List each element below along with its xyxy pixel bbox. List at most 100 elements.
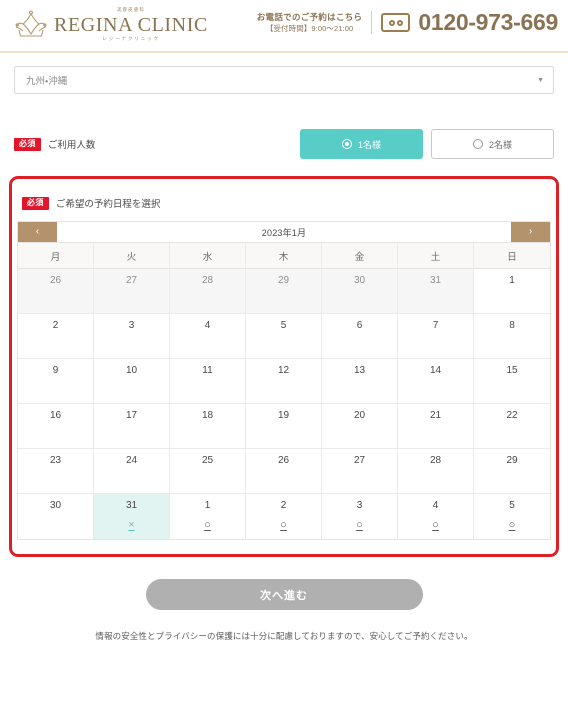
calendar-day-number: 4 <box>204 320 211 331</box>
people-option-1[interactable]: 1名様 <box>300 129 423 159</box>
calendar-day-cell: 28 <box>398 449 474 494</box>
telephone-block: お電話でのご予約はこちら 【受付時間】9:00〜21:00 0120-973-6… <box>256 9 559 36</box>
calendar-day-cell[interactable]: 4 ○ <box>398 494 474 539</box>
calendar-day-number: 10 <box>125 365 138 376</box>
calendar-day-cell[interactable]: 5 ○ <box>474 494 550 539</box>
submit-wrap: 次へ進む <box>0 579 568 610</box>
calendar-day-number: 19 <box>277 410 290 421</box>
calendar-day-number: 8 <box>509 320 515 331</box>
calendar-day-cell: 1 <box>474 269 550 314</box>
radio-selected-icon <box>341 139 352 149</box>
calendar-day-cell: 15 <box>474 359 550 404</box>
calendar-day-number: 12 <box>277 365 290 376</box>
calendar-day-cell: 23 <box>18 449 94 494</box>
chevron-down-icon: ▼ <box>537 76 544 84</box>
calendar-day-number: 28 <box>429 455 442 466</box>
privacy-note: 情報の安全性とプライバシーの保護には十分に配慮しておりますので、安心してご予約く… <box>95 631 473 641</box>
calendar-day-cell: 7 <box>398 314 474 359</box>
calendar-grid: 26 27 28 29 30 31 1 2 3 4 5 6 7 8 9 10 11 12 13 14 15 16 17 18 1… <box>18 269 550 539</box>
people-option-1-label: 1名様 <box>357 139 381 150</box>
prev-month-button[interactable]: ‹ <box>18 222 57 242</box>
calendar-day-cell: 4 <box>170 314 246 359</box>
calendar-day-number: 29 <box>277 275 290 286</box>
calendar-day-cell: 21 <box>398 404 474 449</box>
calendar-day-number: 4 <box>432 500 439 511</box>
telephone-hours: 【受付時間】9:00〜21:00 <box>265 24 354 34</box>
slot-available-icon[interactable]: ○ <box>509 520 516 531</box>
calendar-day-number: 27 <box>353 455 366 466</box>
calendar-day-cell[interactable]: 3 ○ <box>322 494 398 539</box>
calendar-day-number: 3 <box>128 320 135 331</box>
brand-logo[interactable]: 美容皮膚科 REGINA CLINIC レジーナクリニック <box>14 8 208 42</box>
calendar-day-number: 31 <box>429 275 442 286</box>
slot-available-icon[interactable]: ○ <box>356 520 363 531</box>
calendar-day-cell: 19 <box>246 404 322 449</box>
calendar-day-cell: 10 <box>94 359 170 404</box>
calendar-day-number: 2 <box>280 500 287 511</box>
people-count-options: 1名様 2名様 <box>300 129 554 159</box>
calendar-day-cell: 29 <box>474 449 550 494</box>
calendar-day-cell: 11 <box>170 359 246 404</box>
calendar-day-number: 9 <box>52 365 59 376</box>
calendar-day-number: 22 <box>506 410 518 421</box>
people-count-row: 必須 ご利用人数 1名様 2名様 <box>0 129 568 159</box>
next-month-button[interactable]: › <box>511 222 550 242</box>
calendar-day-cell: 6 <box>322 314 398 359</box>
calendar-day-number: 23 <box>49 455 62 466</box>
calendar-day-cell: 8 <box>474 314 550 359</box>
slot-available-icon[interactable]: ○ <box>432 520 439 531</box>
calendar-day-cell: 27 <box>94 269 170 314</box>
calendar-day-cell[interactable]: 1 ○ <box>170 494 246 539</box>
telephone-heading: お電話でのご予約はこちら <box>256 11 363 22</box>
calendar-day-cell: 24 <box>94 449 170 494</box>
calendar-day-number: 26 <box>277 455 290 466</box>
required-badge: 必須 <box>22 196 49 210</box>
calendar-day-cell: 14 <box>398 359 474 404</box>
required-badge: 必須 <box>14 137 41 151</box>
people-option-2[interactable]: 2名様 <box>431 129 554 159</box>
people-count-label-group: 必須 ご利用人数 <box>14 137 95 151</box>
region-select[interactable]: 九州・沖縄 ▼ <box>14 66 554 94</box>
calendar-day-cell[interactable]: 2 ○ <box>246 494 322 539</box>
weekday-sat: 土 <box>398 243 474 268</box>
slot-available-icon[interactable]: ○ <box>280 520 287 531</box>
calendar-day-number: 5 <box>509 500 515 511</box>
calendar-day-cell: 29 <box>246 269 322 314</box>
slot-available-icon[interactable]: ○ <box>204 520 211 531</box>
slot-unavailable-icon[interactable]: × <box>128 520 134 531</box>
calendar-day-number: 1 <box>204 500 211 511</box>
weekday-fri: 金 <box>322 243 398 268</box>
calendar-day-number: 15 <box>506 365 518 376</box>
calendar-day-cell: 9 <box>18 359 94 404</box>
telephone-number[interactable]: 0120-973-669 <box>418 9 558 36</box>
region-select-wrap: 九州・沖縄 ▼ <box>0 53 568 94</box>
calendar-day-cell: 3 <box>94 314 170 359</box>
telephone-copy: お電話でのご予約はこちら 【受付時間】9:00〜21:00 <box>256 10 373 35</box>
crown-lotus-icon <box>15 11 47 38</box>
calendar-month-title: 2023年1月 <box>261 227 307 238</box>
calendar-day-number: 5 <box>280 320 287 331</box>
calendar-day-number: 18 <box>201 410 214 421</box>
calendar-day-cell: 16 <box>18 404 94 449</box>
weekday-thu: 木 <box>246 243 322 268</box>
calendar-day-cell: 26 <box>246 449 322 494</box>
calendar-day-number: 28 <box>201 275 214 286</box>
calendar-day-cell: 30 <box>322 269 398 314</box>
calendar-day-number: 3 <box>356 500 363 511</box>
weekday-wed: 水 <box>170 243 246 268</box>
calendar-day-cell: 17 <box>94 404 170 449</box>
calendar-day-cell: 2 <box>18 314 94 359</box>
calendar-day-cell: 18 <box>170 404 246 449</box>
weekday-mon: 月 <box>18 243 94 268</box>
logo-supertitle: 美容皮膚科 <box>116 7 145 13</box>
calendar-day-cell: 30 <box>18 494 94 539</box>
site-header: 美容皮膚科 REGINA CLINIC レジーナクリニック お電話でのご予約はこ… <box>0 0 568 53</box>
next-step-button[interactable]: 次へ進む <box>145 579 423 610</box>
calendar-day-cell: 22 <box>474 404 550 449</box>
logo-subtitle: レジーナクリニック <box>102 36 160 42</box>
calendar-day-cell[interactable]: 31 × <box>94 494 170 539</box>
logo-wordmark: REGINA CLINIC <box>54 13 208 36</box>
weekday-sun: 日 <box>507 251 517 263</box>
people-count-label: ご利用人数 <box>47 140 96 151</box>
calendar-day-number: 16 <box>49 410 62 421</box>
